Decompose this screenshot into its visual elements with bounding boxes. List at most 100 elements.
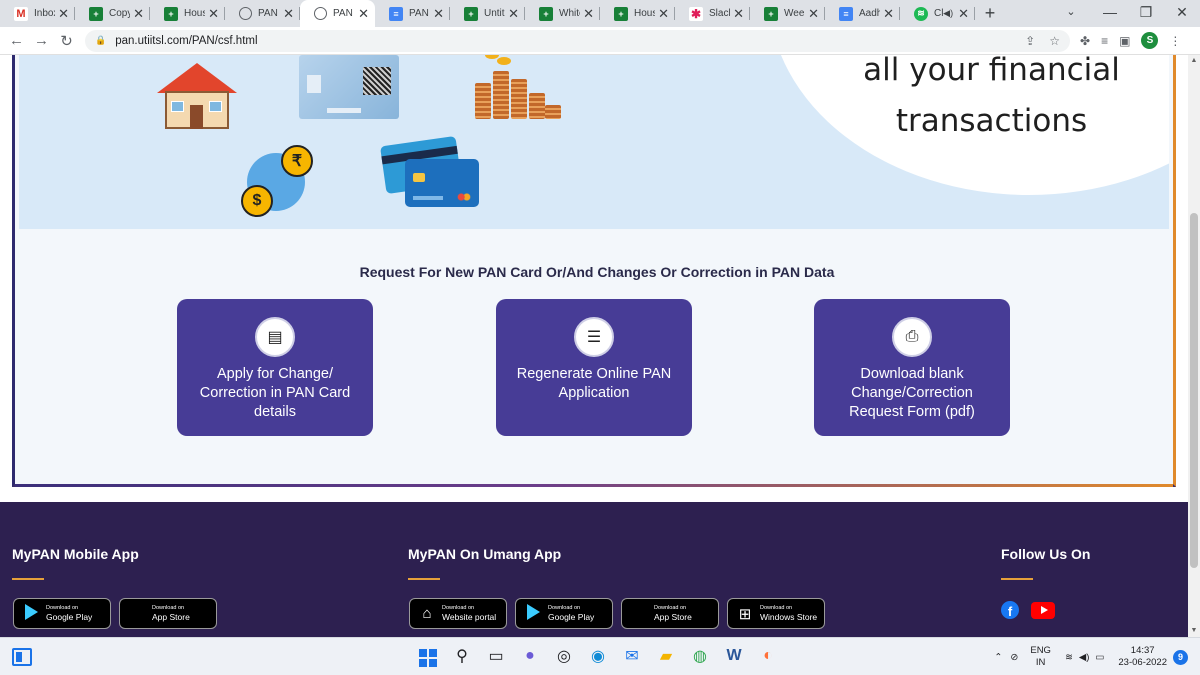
facebook-icon[interactable]: f (1001, 601, 1019, 619)
scrollbar-thumb[interactable] (1190, 213, 1198, 568)
url-text: pan.utiitsl.com/PAN/csf.html (115, 34, 258, 47)
sheets-icon: + (764, 6, 778, 21)
tab-title: Cl (934, 8, 944, 19)
reload-icon[interactable]: ↻ (54, 32, 79, 50)
regenerate-application-tile[interactable]: ☰ Regenerate Online PAN Application (496, 299, 692, 436)
gmail-icon: M (14, 6, 28, 21)
close-tab-icon[interactable]: ✕ (583, 6, 594, 22)
restore-icon[interactable]: ❐ (1128, 0, 1164, 27)
sheets-icon: + (464, 6, 478, 21)
umang-store-badges: ⌂ Download on Website portal Download on G… (409, 598, 825, 629)
volume-icon[interactable]: ◀) (1079, 652, 1089, 663)
start-icon[interactable] (417, 644, 439, 668)
address-bar[interactable]: 🔒 pan.utiitsl.com/PAN/csf.html ⇪ ☆ (85, 29, 1070, 52)
clock-date: 23-06-2022 (1118, 657, 1167, 668)
app-store-badge[interactable]: Download on App Store (621, 598, 719, 629)
google-play-badge[interactable]: Download on Google Play (515, 598, 613, 629)
spotify-icon: ≋ (914, 6, 928, 21)
tab-housing-2[interactable]: + Housi ✕ (600, 0, 675, 27)
sheets-icon: + (614, 6, 628, 21)
windows-store-badge[interactable]: ⊞ Download on Windows Store (727, 598, 825, 629)
globe-icon (239, 7, 252, 20)
page-scrollbar[interactable]: ▲ ▼ (1188, 55, 1200, 637)
tab-copy[interactable]: + Copy ✕ (75, 0, 150, 27)
follow-us-title: Follow Us On (1001, 546, 1091, 562)
file-explorer-icon[interactable]: ▰ (655, 644, 677, 668)
download-form-tile[interactable]: ⎙ Download blank Change/Correction Reque… (814, 299, 1010, 436)
chrome-icon[interactable]: ◍ (689, 644, 711, 668)
tab-weekly[interactable]: + Week ✕ (750, 0, 825, 27)
close-window-icon[interactable]: ✕ (1164, 0, 1200, 27)
search-icon[interactable]: ⚲ (451, 644, 473, 668)
tile-label: Regenerate Online PAN Application (516, 366, 672, 401)
new-tab-button[interactable]: + (975, 0, 1005, 27)
window-controls: ⌄ — ❐ ✕ (1050, 0, 1200, 27)
tab-pan-active[interactable]: PAN C ✕ (300, 0, 375, 27)
app-store-badge[interactable]: Download on App Store (119, 598, 217, 629)
close-tab-icon[interactable]: ✕ (358, 6, 369, 22)
close-tab-icon[interactable]: ✕ (658, 6, 669, 22)
dell-icon[interactable]: ◎ (553, 644, 575, 668)
wifi-icon[interactable]: ≋ (1065, 652, 1073, 663)
website-portal-badge[interactable]: ⌂ Download on Website portal (409, 598, 507, 629)
tab-spotify[interactable]: ≋ Cl ◀) ✕ (900, 0, 975, 27)
close-tab-icon[interactable]: ✕ (208, 6, 219, 22)
close-tab-icon[interactable]: ✕ (958, 6, 969, 22)
menu-kebab-icon[interactable]: ⋮ (1169, 34, 1181, 48)
tab-pan-doc[interactable]: ≡ PAN C ✕ (375, 0, 450, 27)
tab-housing[interactable]: + Housi ✕ (150, 0, 225, 27)
minimize-icon[interactable]: — (1092, 0, 1128, 27)
close-tab-icon[interactable]: ✕ (283, 6, 294, 22)
chat-icon[interactable]: ● (519, 644, 541, 668)
tab-pan-1[interactable]: PAN C ✕ (225, 0, 300, 27)
umang-app-column: MyPAN On Umang App (408, 546, 561, 580)
close-tab-icon[interactable]: ✕ (508, 6, 519, 22)
close-tab-icon[interactable]: ✕ (733, 6, 744, 22)
close-tab-icon[interactable]: ✕ (808, 6, 819, 22)
word-icon[interactable]: W (723, 644, 745, 668)
share-icon[interactable]: ⇪ (1025, 34, 1035, 48)
banner-headline: all your financial transactions (769, 55, 1169, 147)
tab-title: PAN C (409, 8, 430, 19)
task-view-icon[interactable]: ▭ (485, 644, 507, 668)
speaker-icon[interactable]: ◀) (943, 8, 953, 19)
clock[interactable]: 14:37 23-06-2022 (1118, 645, 1167, 669)
back-icon[interactable]: ← (4, 32, 29, 49)
tab-title: Copy (109, 8, 131, 19)
firefox-icon[interactable]: ◐ (757, 644, 779, 668)
close-tab-icon[interactable]: ✕ (433, 6, 444, 22)
reading-list-icon[interactable]: ≡ (1101, 34, 1108, 48)
tab-aadhaar[interactable]: ≡ Aadh ✕ (825, 0, 900, 27)
close-tab-icon[interactable]: ✕ (883, 6, 894, 22)
tab-white[interactable]: + White ✕ (525, 0, 600, 27)
taskbar-apps: ⚲ ▭ ● ◎ ◉ ✉ ▰ ◍ W ◐ (417, 644, 779, 668)
notification-badge[interactable]: 9 (1173, 649, 1188, 665)
side-panel-icon[interactable]: ▣ (1119, 34, 1130, 48)
google-play-badge[interactable]: Download on Google Play (13, 598, 111, 629)
bookmark-star-icon[interactable]: ☆ (1049, 34, 1060, 48)
tab-inbox[interactable]: M Inbox ✕ (0, 0, 75, 27)
banner-line-2: transactions (895, 103, 1088, 139)
close-tab-icon[interactable]: ✕ (133, 6, 144, 22)
tab-untitled[interactable]: + Untitl ✕ (450, 0, 525, 27)
battery-icon[interactable]: ▭ (1095, 652, 1104, 663)
chevron-up-icon[interactable]: ⌃ (994, 652, 1002, 663)
extensions-icon[interactable]: ✤ (1080, 34, 1090, 48)
forward-icon[interactable]: → (29, 32, 54, 49)
close-tab-icon[interactable]: ✕ (58, 6, 69, 22)
scroll-down-icon[interactable]: ▼ (1188, 625, 1200, 637)
edge-icon[interactable]: ◉ (587, 644, 609, 668)
tab-slack[interactable]: ✱ Slack ✕ (675, 0, 750, 27)
input-language[interactable]: ENG IN (1030, 645, 1051, 669)
scroll-up-icon[interactable]: ▲ (1188, 55, 1200, 67)
network-status-icon[interactable]: ⊘ (1010, 652, 1018, 663)
mail-icon[interactable]: ✉ (621, 644, 643, 668)
profile-avatar[interactable]: S (1141, 32, 1159, 49)
apply-change-correction-tile[interactable]: ▤ Apply for Change/ Correction in PAN Ca… (177, 299, 373, 436)
tab-search-icon[interactable]: ⌄ (1050, 0, 1092, 27)
widgets-icon[interactable] (12, 648, 32, 666)
lock-icon[interactable]: 🔒 (95, 35, 106, 46)
lang-code: ENG (1030, 645, 1051, 656)
youtube-icon[interactable] (1031, 601, 1055, 619)
badge-big-text: App Store (654, 611, 692, 622)
